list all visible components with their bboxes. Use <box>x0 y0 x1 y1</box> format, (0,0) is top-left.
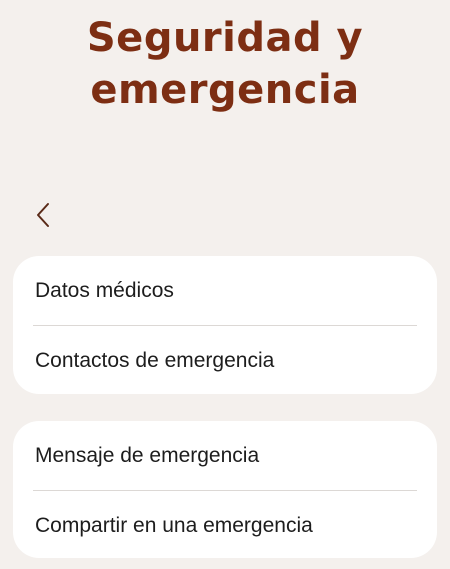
settings-group-medical: Datos médicos Contactos de emergencia <box>13 256 437 394</box>
page-title-line-1: Seguridad y <box>86 15 364 61</box>
list-item-label: Mensaje de emergencia <box>35 443 260 467</box>
chevron-left-icon <box>37 203 49 227</box>
list-item-mensaje-emergencia[interactable]: Mensaje de emergencia <box>13 421 437 490</box>
settings-group-emergency: Mensaje de emergencia Compartir en una e… <box>13 421 437 558</box>
list-item-contactos-emergencia[interactable]: Contactos de emergencia <box>13 326 437 394</box>
list-item-label: Datos médicos <box>35 278 174 302</box>
list-item-label: Contactos de emergencia <box>35 348 275 372</box>
list-item-compartir-emergencia[interactable]: Compartir en una emergencia <box>13 491 437 558</box>
page-title-line-2: emergencia <box>90 67 360 113</box>
back-button[interactable] <box>28 196 62 234</box>
page-title: Seguridad y emergencia <box>0 12 450 116</box>
list-item-datos-medicos[interactable]: Datos médicos <box>13 256 437 325</box>
list-item-label: Compartir en una emergencia <box>35 513 313 537</box>
